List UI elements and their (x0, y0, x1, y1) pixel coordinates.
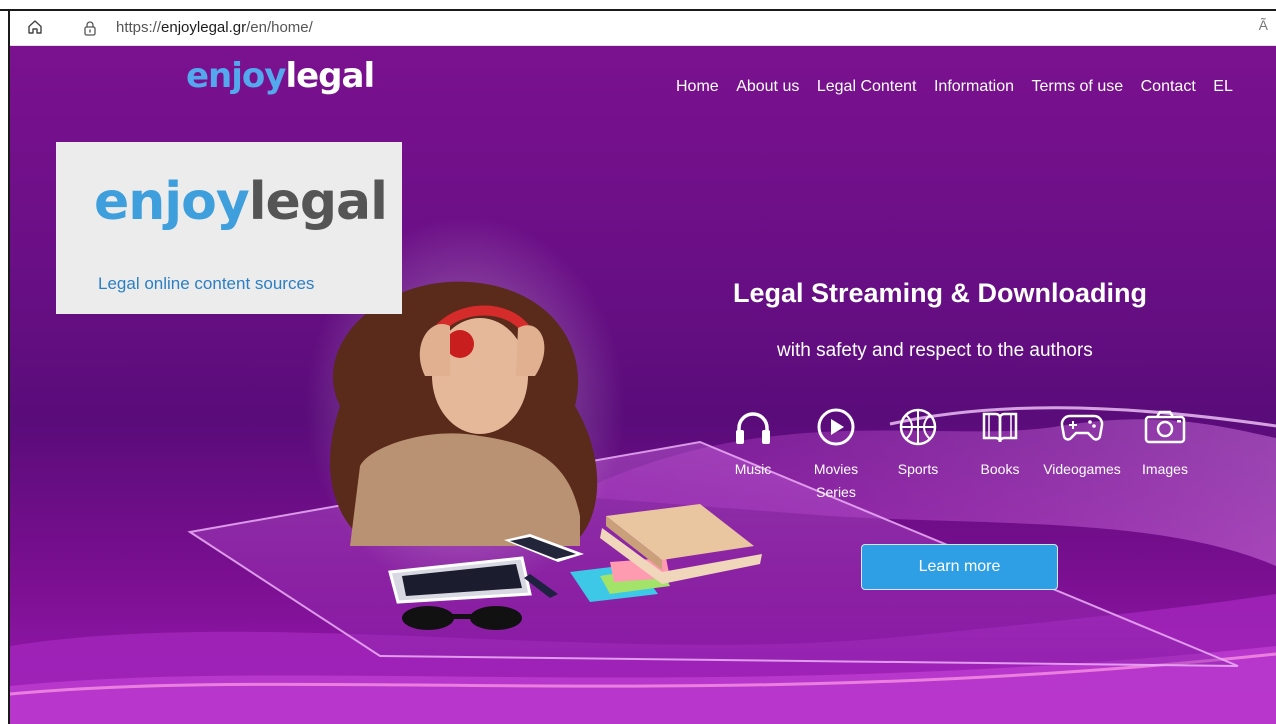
category-label: Sports (897, 461, 939, 477)
nav-information[interactable]: Information (934, 78, 1014, 96)
home-icon[interactable] (24, 16, 46, 38)
read-aloud-icon[interactable]: Ã (1259, 17, 1268, 33)
hero-headline: Legal Streaming & Downloading (733, 278, 1148, 308)
category-books[interactable]: Books (960, 408, 1040, 481)
nav-about-us[interactable]: About us (736, 78, 799, 96)
nav-terms-of-use[interactable]: Terms of use (1032, 78, 1124, 96)
category-label: Videogames (1043, 461, 1121, 477)
nav-contact[interactable]: Contact (1141, 78, 1196, 96)
card-logo-legal: legal (248, 172, 388, 232)
nav-language-el[interactable]: EL (1213, 78, 1233, 96)
hero-subline: with safety and respect to the authors (777, 340, 1093, 361)
category-movies-series[interactable]: Movies Series (796, 408, 876, 504)
play-icon (817, 408, 855, 446)
category-label: Books (980, 461, 1020, 477)
logo-card: enjoylegal Legal online content sources (56, 142, 402, 314)
category-videogames[interactable]: Videogames (1042, 408, 1122, 481)
url-text: https://enjoylegal.gr/en/home/ (116, 19, 313, 36)
url-host: enjoylegal.gr (161, 19, 247, 36)
logo-legal-text: legal (285, 56, 375, 96)
site-logo[interactable]: enjoylegal (186, 56, 375, 96)
book-icon (982, 412, 1018, 443)
category-label: Movies (813, 461, 859, 477)
learn-more-button[interactable]: Learn more (861, 544, 1058, 590)
category-music[interactable]: Music (713, 408, 793, 481)
category-label: Music (734, 461, 772, 477)
gamepad-icon (1060, 414, 1104, 441)
card-logo-enjoy: enjoy (94, 172, 250, 232)
hero-section: enjoylegal Home About us Legal Content I… (10, 46, 1276, 724)
lock-icon[interactable] (82, 20, 98, 36)
headphones-icon (736, 412, 770, 444)
logo-enjoy-text: enjoy (186, 56, 286, 96)
url-field[interactable]: https://enjoylegal.gr/en/home/ (62, 14, 1252, 42)
nav-home[interactable]: Home (676, 78, 719, 96)
camera-icon (1144, 410, 1186, 444)
category-label-second-line: Series (816, 484, 856, 500)
category-images[interactable]: Images (1125, 408, 1205, 481)
browser-address-bar: https://enjoylegal.gr/en/home/ Ã (10, 11, 1276, 46)
screenshot-frame: https://enjoylegal.gr/en/home/ Ã enjoyl… (0, 0, 1276, 724)
url-path: /en/home/ (246, 19, 313, 36)
card-logo: enjoylegal (94, 172, 388, 232)
category-sports[interactable]: Sports (878, 408, 958, 481)
main-nav: Home About us Legal Content Information … (676, 78, 1250, 96)
basketball-icon (899, 408, 937, 446)
category-label: Images (1142, 461, 1188, 477)
url-scheme: https:// (116, 19, 162, 36)
card-subtitle: Legal online content sources (98, 274, 315, 293)
nav-legal-content[interactable]: Legal Content (817, 78, 917, 96)
